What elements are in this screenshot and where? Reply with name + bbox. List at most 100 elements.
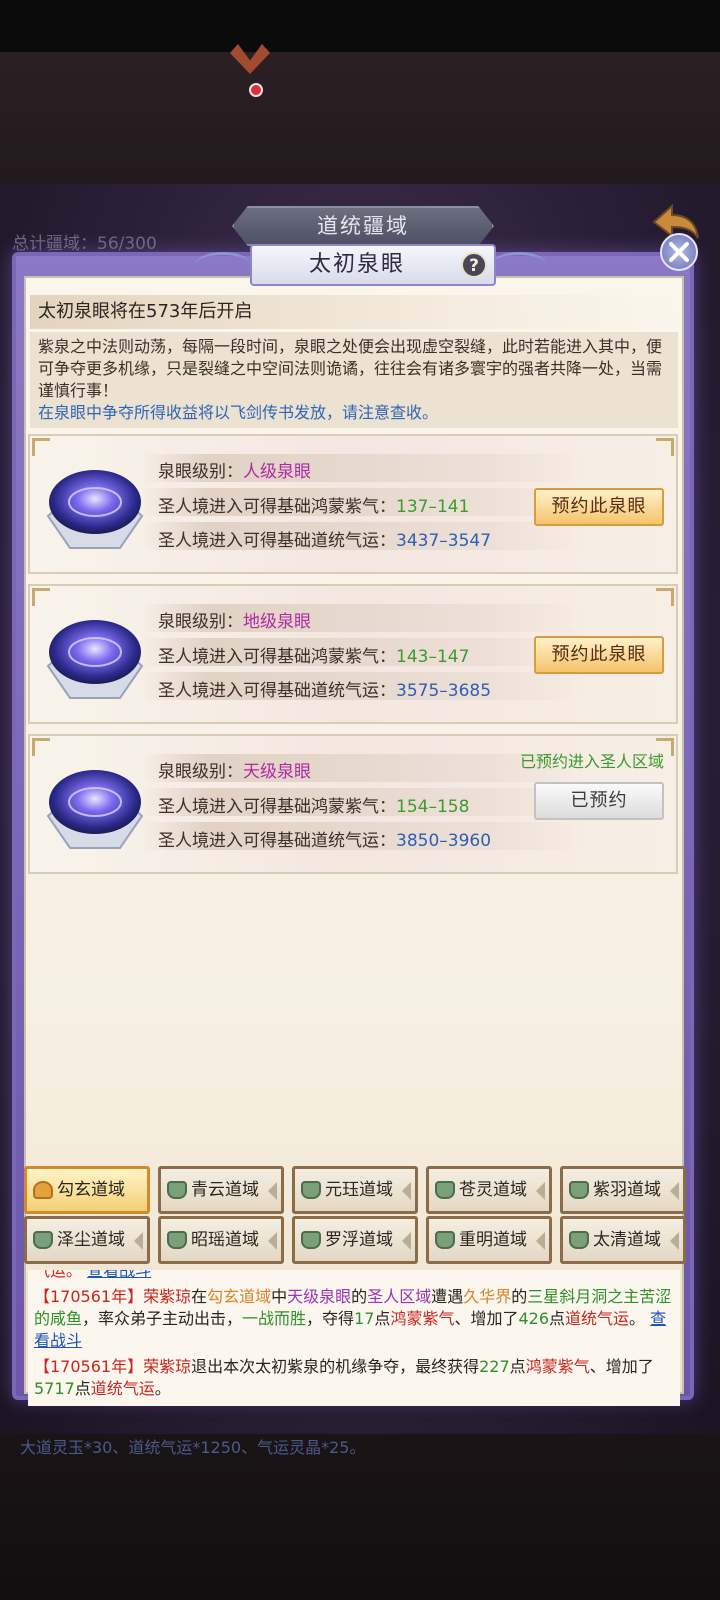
tab-zhaoyao[interactable]: 昭瑶道域 [158, 1216, 284, 1264]
log-player-name: 荣紫琼 [143, 1357, 192, 1376]
log-text: ，率众弟子主动出击， [82, 1309, 243, 1328]
log-text: 在 [191, 1287, 208, 1306]
tab-zechen[interactable]: 泽尘道域 [24, 1216, 150, 1264]
tab-label: 元珏道域 [325, 1180, 393, 1200]
spring-card-earth: 泉眼级别：地级泉眼 圣人境进入可得基础鸿蒙紫气：143–147 圣人境进入可得基… [28, 584, 678, 724]
spring-level-value: 人级泉眼 [243, 462, 311, 482]
log-text: 中 [271, 1287, 288, 1306]
battle-log[interactable]: 气运。 查看战斗 【170561年】荣紫琼在勾玄道域中天级泉眼的圣人区域遭遇久华… [28, 1270, 680, 1406]
arrow-left-icon [402, 1182, 411, 1200]
spring-qi-label: 圣人境进入可得基础鸿蒙紫气： [158, 497, 396, 517]
cauldron-icon [569, 1231, 589, 1249]
spring-level-row: 泉眼级别：天级泉眼 [158, 757, 311, 782]
spring-portal-icon [46, 770, 144, 849]
description-box: 紫泉之中法则动荡，每隔一段时间，泉眼之处便会出现虚空裂缝，此时若能进入其中，便可… [30, 332, 678, 428]
spring-luck-label: 圣人境进入可得基础道统气运： [158, 531, 396, 551]
log-number: 426 [518, 1309, 550, 1328]
spring-card-heaven: 泉眼级别：天级泉眼 圣人境进入可得基础鸿蒙紫气：154–158 圣人境进入可得基… [28, 734, 678, 874]
spring-luck-row: 圣人境进入可得基础道统气运：3575–3685 [158, 676, 491, 701]
log-domain: 勾玄道域 [207, 1287, 272, 1306]
corner-decoration [32, 738, 50, 756]
log-cut-line: 气运。 查看战斗 [34, 1270, 678, 1282]
spring-level-row: 泉眼级别：人级泉眼 [158, 457, 311, 482]
meditation-icon [33, 1181, 53, 1199]
description-note: 在泉眼中争夺所得收益将以飞剑传书发放，请注意查收。 [38, 403, 439, 422]
spring-luck-value: 3850–3960 [396, 831, 492, 851]
log-qi: 鸿蒙紫气 [525, 1357, 590, 1376]
log-number: 17 [354, 1309, 375, 1328]
reserved-button[interactable]: 已预约 [534, 782, 664, 820]
spring-level-label: 泉眼级别： [158, 462, 243, 482]
spring-qi-row: 圣人境进入可得基础鸿蒙紫气：143–147 [158, 642, 469, 667]
background-title: 道统疆域 [232, 206, 494, 246]
log-text: 点 [549, 1309, 566, 1328]
tab-label: 泽尘道域 [57, 1230, 125, 1250]
corner-decoration [656, 588, 674, 606]
corner-decoration [32, 588, 50, 606]
spring-card-human: 泉眼级别：人级泉眼 圣人境进入可得基础鸿蒙紫气：137–141 圣人境进入可得基… [28, 434, 678, 574]
bottom-dark-area [0, 1434, 720, 1600]
territory-total: 总计疆域：56/300 [12, 234, 157, 254]
log-number: 227 [479, 1357, 510, 1376]
spring-level-label: 泉眼级别： [158, 762, 243, 782]
spring-qi-row: 圣人境进入可得基础鸿蒙紫气：137–141 [158, 492, 469, 517]
log-qi: 鸿蒙紫气 [390, 1309, 455, 1328]
spring-level-value: 天级泉眼 [243, 762, 311, 782]
log-entry: 【170561年】荣紫琼退出本次太初紫泉的机缘争夺，最终获得227 点 鸿蒙紫气、增… [34, 1356, 678, 1400]
log-text: 。 [154, 1379, 171, 1398]
spring-level-row: 泉眼级别：地级泉眼 [158, 607, 311, 632]
background-rewards-text: 大道灵玉*30、道统气运*1250、气运灵晶*25。 [20, 1438, 366, 1457]
tab-qingyun[interactable]: 青云道域 [158, 1166, 284, 1214]
log-text: 点 [74, 1379, 91, 1398]
cauldron-icon [435, 1231, 455, 1249]
help-icon[interactable]: ? [461, 252, 487, 278]
log-result: 一战而胜 [242, 1309, 307, 1328]
spring-qi-label: 圣人境进入可得基础鸿蒙紫气： [158, 647, 396, 667]
log-text: 的 [511, 1287, 528, 1306]
close-button[interactable] [660, 233, 698, 271]
log-text: 点 [374, 1309, 391, 1328]
log-text: 退出本次太初紫泉的机缘争夺，最终获得 [191, 1357, 480, 1376]
log-luck: 道统气运 [90, 1379, 155, 1398]
log-player-name: 荣紫琼 [143, 1287, 192, 1306]
tab-label: 勾玄道域 [57, 1180, 125, 1200]
log-text: 、增加了 [454, 1309, 519, 1328]
tab-luofu[interactable]: 罗浮道域 [292, 1216, 418, 1264]
tab-label: 青云道域 [191, 1180, 259, 1200]
spring-qi-label: 圣人境进入可得基础鸿蒙紫气： [158, 797, 396, 817]
log-text: 气运。 [34, 1270, 83, 1280]
log-text: 、增加了 [589, 1357, 654, 1376]
view-battle-link[interactable]: 查看战斗 [87, 1270, 151, 1280]
reserve-spring-button[interactable]: 预约此泉眼 [534, 636, 664, 674]
cauldron-icon [167, 1231, 187, 1249]
log-year: 【170561年】 [34, 1287, 144, 1306]
tab-gouxuan[interactable]: 勾玄道域 [24, 1166, 150, 1214]
tab-ziyu[interactable]: 紫羽道域 [560, 1166, 686, 1214]
tab-label: 昭瑶道域 [191, 1230, 259, 1250]
left-swirl-decoration [196, 252, 250, 276]
arrow-left-icon [670, 1182, 679, 1200]
arrow-left-icon [536, 1182, 545, 1200]
domain-tabs: 勾玄道域 青云道域 元珏道域 苍灵道域 紫羽道域 泽尘道域 昭瑶道域 罗浮道域 … [24, 1158, 696, 1264]
tab-taiqing[interactable]: 太清道域 [560, 1216, 686, 1264]
tab-cangling[interactable]: 苍灵道域 [426, 1166, 552, 1214]
spring-luck-row: 圣人境进入可得基础道统气运：3850–3960 [158, 826, 491, 851]
reserved-note: 已预约进入圣人区域 [520, 752, 665, 771]
notification-dot [249, 83, 263, 97]
arrow-left-icon [670, 1232, 679, 1250]
open-notice: 太初泉眼将在573年后开启 [30, 295, 678, 329]
tab-yuanjue[interactable]: 元珏道域 [292, 1166, 418, 1214]
arrow-left-icon [268, 1182, 277, 1200]
tab-label: 太清道域 [593, 1230, 661, 1250]
spring-luck-row: 圣人境进入可得基础道统气运：3437–3547 [158, 526, 491, 551]
spring-portal-icon [46, 470, 144, 549]
cauldron-icon [33, 1231, 53, 1249]
log-text: ，夺得 [306, 1309, 355, 1328]
tab-chongming[interactable]: 重明道域 [426, 1216, 552, 1264]
top-dark-strip [0, 0, 720, 52]
log-year: 【170561年】 [34, 1357, 144, 1376]
right-swirl-decoration [492, 252, 546, 276]
spring-level-value: 地级泉眼 [243, 612, 311, 632]
close-icon [669, 242, 689, 262]
reserve-spring-button[interactable]: 预约此泉眼 [534, 488, 664, 526]
